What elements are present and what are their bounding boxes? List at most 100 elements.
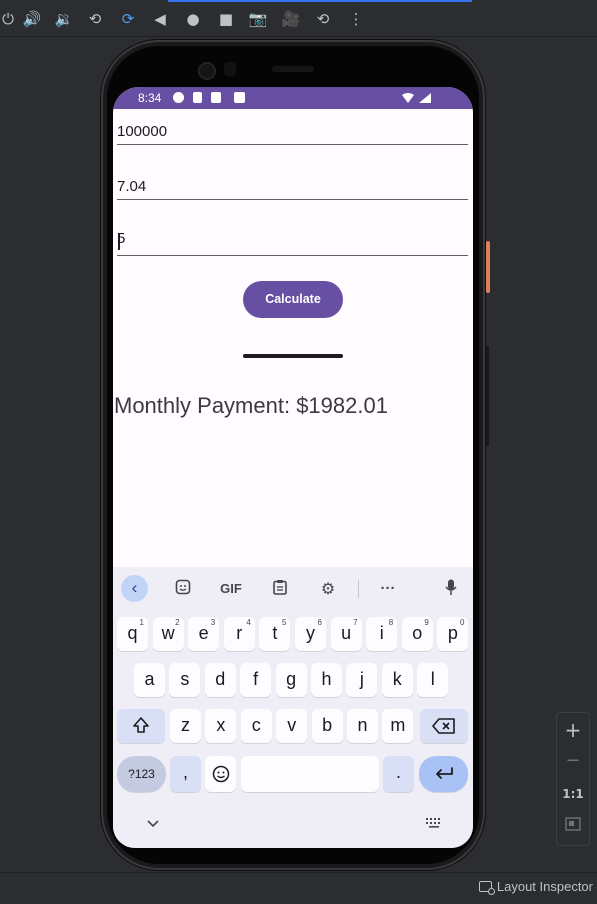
volume-down-icon[interactable]: 🔉 — [54, 9, 74, 29]
layout-inspector-button[interactable]: Layout Inspector — [478, 879, 593, 895]
hide-keyboard-icon[interactable] — [147, 820, 159, 828]
enter-key[interactable] — [419, 756, 468, 792]
more-icon[interactable]: ⋮ — [346, 9, 366, 29]
period-key[interactable]: . — [383, 756, 414, 792]
key-b[interactable]: b — [311, 709, 343, 743]
proximity-sensor — [224, 62, 236, 76]
keyboard-toolbar: ‹ GIF ⚙ ··· — [113, 567, 473, 611]
key-g[interactable]: g — [275, 663, 307, 697]
key-label: d — [215, 669, 226, 689]
key-m[interactable]: m — [382, 709, 414, 743]
loan-years-text: 5 — [117, 230, 126, 247]
key-a[interactable]: a — [134, 663, 165, 697]
key-f[interactable]: f — [240, 663, 272, 697]
status-time: 8:34 — [138, 91, 162, 105]
backspace-key[interactable] — [420, 709, 468, 743]
key-label: t — [272, 623, 278, 643]
key-v[interactable]: v — [276, 709, 308, 743]
key-label: b — [322, 715, 333, 735]
key-r[interactable]: r4 — [223, 617, 255, 651]
screenshot-camera-icon[interactable]: 📷 — [248, 9, 268, 29]
emulator-toolbar: ⏻ 🔊 🔉 ⟲ ⟳ ◀ ● ■ 📷 🎥 ⟲ ⋮ — [0, 0, 597, 37]
volume-up-icon[interactable]: 🔊 — [22, 9, 42, 29]
toolbar-accent-line — [168, 0, 472, 2]
key-q[interactable]: q1 — [117, 617, 148, 651]
snapshot-history-icon[interactable]: ⟲ — [313, 9, 333, 29]
key-l[interactable]: l — [417, 663, 449, 697]
key-label: e — [198, 623, 209, 643]
key-d[interactable]: d — [204, 663, 236, 697]
key-label: p — [447, 623, 458, 643]
gif-button[interactable]: GIF — [219, 579, 243, 599]
emoji-icon[interactable] — [205, 756, 236, 792]
key-label: x — [216, 715, 226, 735]
gesture-handle[interactable] — [243, 354, 343, 358]
more-options-icon[interactable]: ··· — [378, 579, 398, 599]
sticker-icon[interactable] — [173, 579, 193, 599]
key-label: l — [430, 669, 435, 689]
microphone-icon[interactable] — [441, 579, 461, 599]
key-label: u — [341, 623, 352, 643]
actual-size-button[interactable]: 1:1 — [557, 779, 589, 809]
key-label: m — [390, 715, 406, 735]
key-t[interactable]: t5 — [259, 617, 291, 651]
key-o[interactable]: o9 — [401, 617, 433, 651]
key-label: v — [287, 715, 297, 735]
volume-key[interactable] — [486, 346, 489, 446]
emulator-side-panel: + − 1:1 — [556, 712, 590, 846]
download-icon — [193, 92, 202, 103]
fit-screen-icon[interactable] — [557, 811, 589, 841]
key-i[interactable]: i8 — [366, 617, 398, 651]
rotate-right-icon[interactable]: ⟳ — [118, 9, 138, 29]
key-z[interactable]: z — [170, 709, 201, 743]
screen-record-icon[interactable]: 🎥 — [281, 9, 301, 29]
key-u[interactable]: u7 — [330, 617, 362, 651]
gear-icon[interactable]: ⚙ — [318, 579, 338, 599]
calculate-button[interactable]: Calculate — [243, 281, 343, 318]
key-label: i — [379, 623, 384, 643]
switch-keyboard-icon[interactable] — [426, 818, 442, 828]
power-key[interactable] — [486, 241, 490, 293]
back-icon[interactable]: ◀ — [150, 9, 170, 29]
key-k[interactable]: k — [381, 663, 413, 697]
key-j[interactable]: j — [346, 663, 378, 697]
loan-years-input[interactable]: 5 — [117, 225, 468, 256]
key-hint: 7 — [353, 618, 358, 627]
key-x[interactable]: x — [205, 709, 237, 743]
key-y[interactable]: y6 — [295, 617, 326, 651]
zoom-out-button[interactable]: − — [557, 746, 589, 776]
key-label: n — [357, 715, 368, 735]
space-bar[interactable] — [241, 756, 379, 792]
symbols-key[interactable]: ?123 — [117, 756, 166, 792]
clipboard-icon[interactable] — [270, 579, 290, 599]
key-h[interactable]: h — [311, 663, 342, 697]
shift-key[interactable] — [117, 709, 165, 743]
key-w[interactable]: w2 — [152, 617, 184, 651]
key-hint: 8 — [388, 618, 394, 627]
key-e[interactable]: e3 — [188, 617, 220, 651]
key-c[interactable]: c — [240, 709, 272, 743]
layout-inspector-label: Layout Inspector — [496, 879, 593, 894]
principal-input-value: 100000 — [117, 123, 168, 140]
interest-rate-input[interactable]: 7.04 — [117, 169, 468, 200]
key-label: o — [412, 623, 423, 643]
key-hint: 0 — [459, 618, 465, 627]
key-label: y — [306, 623, 315, 643]
comma-key[interactable]: , — [170, 756, 201, 792]
overview-icon[interactable]: ■ — [216, 9, 236, 29]
key-hint: 9 — [424, 618, 429, 627]
power-icon[interactable]: ⏻ — [0, 9, 18, 29]
principal-input[interactable]: 100000 — [117, 114, 468, 145]
layout-inspector-icon — [478, 881, 495, 895]
key-hint: 1 — [139, 618, 144, 627]
rotate-left-icon[interactable]: ⟲ — [85, 9, 105, 29]
key-hint: 3 — [210, 618, 216, 627]
home-icon[interactable]: ● — [183, 9, 203, 29]
zoom-in-button[interactable]: + — [557, 715, 589, 745]
front-camera — [198, 62, 216, 80]
chevron-left-icon[interactable]: ‹ — [121, 575, 148, 602]
wifi-signal-icon — [402, 93, 431, 103]
key-p[interactable]: p0 — [437, 617, 469, 651]
key-s[interactable]: s — [169, 663, 201, 697]
key-n[interactable]: n — [347, 709, 378, 743]
